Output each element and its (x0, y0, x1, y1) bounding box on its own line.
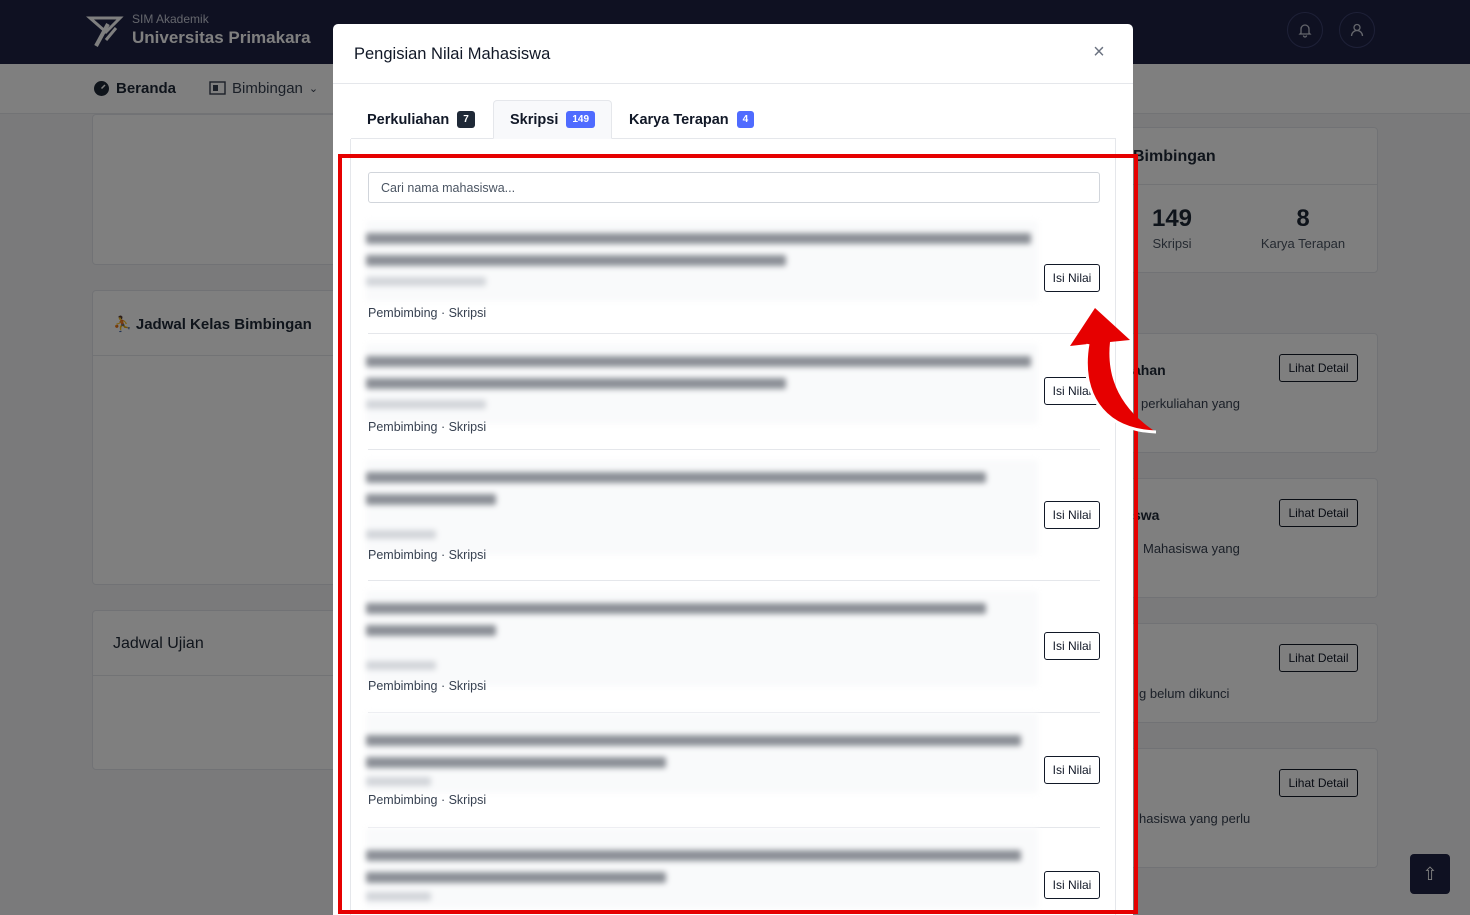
tab-label: Karya Terapan (629, 111, 729, 128)
tab-label: Skripsi (510, 111, 559, 128)
tab-label: Perkuliahan (367, 111, 450, 128)
close-icon[interactable]: × (1089, 42, 1109, 62)
modal-tabs: Perkuliahan 7 Skripsi 149 Karya Terapan … (351, 100, 1116, 139)
count-badge: 7 (457, 111, 475, 128)
count-badge: 4 (736, 111, 755, 128)
tab-skripsi[interactable]: Skripsi 149 (493, 100, 613, 139)
tab-karya-terapan[interactable]: Karya Terapan 4 (613, 100, 770, 139)
modal-title: Pengisian Nilai Mahasiswa (354, 45, 551, 63)
curved-arrow-icon (1070, 308, 1157, 434)
modal-header: Pengisian Nilai Mahasiswa × (333, 24, 1133, 84)
count-badge: 149 (566, 111, 596, 128)
tab-perkuliahan[interactable]: Perkuliahan 7 (351, 100, 491, 139)
annotation-highlight-box (338, 154, 1138, 914)
